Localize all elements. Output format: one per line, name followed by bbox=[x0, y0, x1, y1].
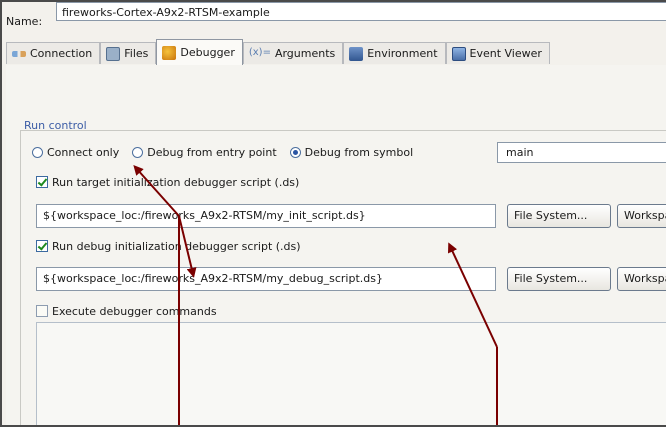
target-init-file-system-button[interactable]: File System... bbox=[507, 204, 611, 228]
radio-button[interactable] bbox=[289, 146, 301, 158]
launch-config-dialog: Name: fireworks-Cortex-A9x2-RTSM-example… bbox=[0, 0, 666, 427]
debug-init-script-field[interactable]: ${workspace_loc:/fireworks_A9x2-RTSM/my_… bbox=[36, 267, 496, 291]
radio-label: Debug from entry point bbox=[147, 145, 277, 159]
radio-button[interactable] bbox=[32, 146, 43, 158]
tab-debugger-label: Debugger bbox=[180, 46, 235, 59]
debug-init-workspace-button[interactable]: Workspace... bbox=[617, 267, 666, 291]
tab-event-viewer[interactable]: Event Viewer bbox=[445, 42, 550, 64]
name-label: Name: bbox=[6, 14, 43, 28]
tab-event-viewer-label: Event Viewer bbox=[469, 47, 542, 60]
checkbox-label: Run debug initialization debugger script… bbox=[52, 239, 301, 253]
tab-bar: Connection Files Debugger (x)= Arguments… bbox=[6, 39, 666, 66]
debugger-icon bbox=[162, 45, 177, 60]
name-field[interactable]: fireworks-Cortex-A9x2-RTSM-example bbox=[56, 2, 666, 21]
radio-debug-from-symbol[interactable]: Debug from symbol bbox=[289, 145, 414, 159]
check-execute-commands[interactable]: Execute debugger commands bbox=[36, 302, 217, 320]
radio-debug-entry-point[interactable]: Debug from entry point bbox=[132, 145, 277, 159]
checkbox-label: Execute debugger commands bbox=[52, 304, 217, 318]
run-mode-radios: Connect only Debug from entry point Debu… bbox=[32, 142, 426, 162]
tab-files[interactable]: Files bbox=[100, 42, 157, 64]
checkbox[interactable] bbox=[36, 240, 48, 252]
tab-debugger[interactable]: Debugger bbox=[156, 39, 243, 65]
checkbox[interactable] bbox=[36, 176, 48, 188]
radio-button[interactable] bbox=[132, 146, 144, 158]
files-icon bbox=[106, 46, 121, 61]
connection-icon bbox=[12, 50, 26, 57]
tab-arguments[interactable]: (x)= Arguments bbox=[242, 42, 344, 64]
environment-icon bbox=[349, 46, 364, 61]
tab-environment-label: Environment bbox=[367, 47, 438, 60]
target-init-workspace-button[interactable]: Workspace... bbox=[617, 204, 666, 228]
name-row: Name: bbox=[6, 10, 42, 32]
check-debug-init[interactable]: Run debug initialization debugger script… bbox=[36, 237, 301, 255]
target-init-script-field[interactable]: ${workspace_loc:/fireworks_A9x2-RTSM/my_… bbox=[36, 204, 496, 228]
run-control-title: Run control bbox=[24, 119, 87, 132]
check-target-init[interactable]: Run target initialization debugger scrip… bbox=[36, 173, 299, 191]
checkbox[interactable] bbox=[36, 305, 48, 317]
symbol-field[interactable]: main bbox=[497, 142, 666, 163]
tab-environment[interactable]: Environment bbox=[343, 42, 446, 64]
radio-label: Connect only bbox=[47, 145, 120, 159]
tab-arguments-label: Arguments bbox=[274, 47, 336, 60]
radio-connect-only[interactable]: Connect only bbox=[32, 146, 119, 159]
debugger-commands-textarea[interactable] bbox=[36, 322, 666, 425]
tab-files-label: Files bbox=[124, 47, 149, 60]
checkbox-label: Run target initialization debugger scrip… bbox=[52, 175, 300, 189]
event-viewer-icon bbox=[451, 46, 466, 61]
radio-label: Debug from symbol bbox=[304, 145, 414, 159]
tab-connection[interactable]: Connection bbox=[6, 42, 101, 64]
debug-init-file-system-button[interactable]: File System... bbox=[507, 267, 611, 291]
tab-connection-label: Connection bbox=[30, 47, 93, 60]
arguments-icon: (x)= bbox=[248, 46, 271, 58]
